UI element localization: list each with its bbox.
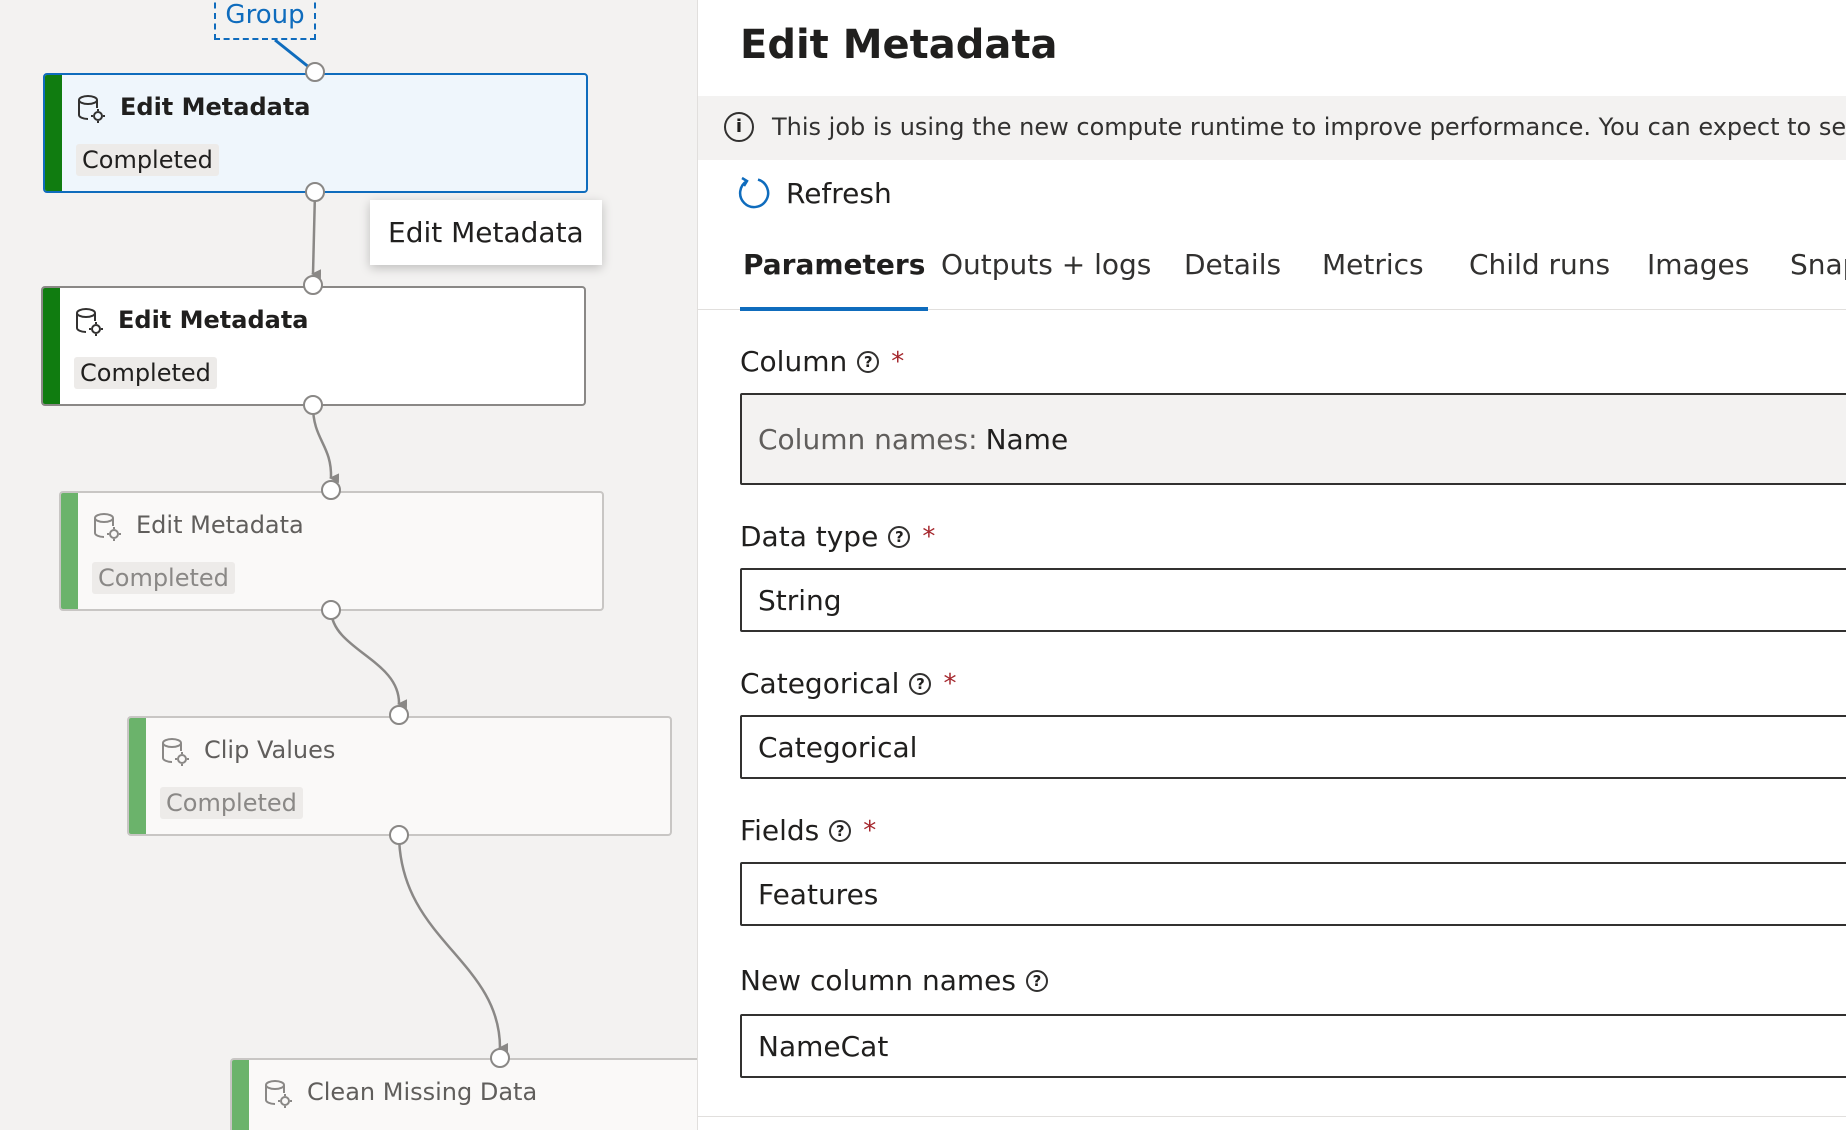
info-icon: i bbox=[724, 112, 754, 142]
required-marker: * bbox=[863, 815, 877, 846]
status-bar bbox=[129, 718, 146, 834]
fields-label: Fields bbox=[740, 814, 820, 847]
node-tooltip: Edit Metadata bbox=[370, 200, 602, 265]
help-icon[interactable]: ? bbox=[1025, 969, 1048, 992]
categorical-dropdown[interactable]: Categorical bbox=[740, 715, 1846, 779]
info-message-bar: i This job is using the new compute runt… bbox=[698, 96, 1846, 160]
edge-node3-to-node4 bbox=[329, 610, 408, 710]
info-message: This job is using the new compute runtim… bbox=[772, 113, 1846, 141]
dataset-gear-icon bbox=[94, 513, 121, 541]
status-badge: Completed bbox=[160, 787, 303, 819]
status-badge: Completed bbox=[76, 144, 219, 176]
required-marker: * bbox=[922, 521, 936, 552]
output-port[interactable] bbox=[305, 182, 325, 202]
tab-parameters[interactable]: Parameters bbox=[739, 248, 929, 311]
pipeline-node-edit-metadata-3[interactable]: Edit Metadata Completed bbox=[59, 491, 604, 611]
data-type-label: Data type bbox=[740, 520, 879, 553]
panel-title: Edit Metadata bbox=[740, 22, 1058, 68]
dataset-gear-icon bbox=[78, 95, 105, 123]
refresh-label: Refresh bbox=[786, 176, 892, 210]
help-icon[interactable]: ? bbox=[857, 350, 880, 373]
categorical-label: Categorical bbox=[740, 667, 900, 700]
details-panel: Edit Metadata i This job is using the ne… bbox=[697, 0, 1846, 1130]
pipeline-node-edit-metadata-1[interactable]: Edit Metadata Completed bbox=[43, 73, 588, 193]
status-bar bbox=[61, 493, 78, 609]
required-marker: * bbox=[891, 346, 905, 377]
tab-outputs-logs[interactable]: Outputs + logs bbox=[941, 248, 1151, 308]
new-column-names-input[interactable]: NameCat bbox=[740, 1014, 1846, 1078]
node-title: Clean Missing Data bbox=[307, 1078, 538, 1106]
node-title: Edit Metadata bbox=[136, 511, 304, 539]
tab-snapshot[interactable]: Snap bbox=[1790, 248, 1846, 308]
fields-dropdown[interactable]: Features bbox=[740, 862, 1846, 926]
column-value: Name bbox=[985, 422, 1069, 456]
tab-metrics[interactable]: Metrics bbox=[1322, 248, 1424, 308]
required-marker: * bbox=[943, 668, 957, 699]
column-prefix: Column names: bbox=[758, 422, 978, 456]
new-column-names-label: New column names bbox=[740, 964, 1016, 997]
tab-images[interactable]: Images bbox=[1647, 248, 1749, 308]
column-selector[interactable]: Column names: Name bbox=[740, 393, 1846, 485]
dataset-gear-icon bbox=[76, 308, 103, 336]
column-label: Column bbox=[740, 345, 848, 378]
refresh-button[interactable]: Refresh bbox=[736, 170, 892, 216]
dataset-gear-icon bbox=[162, 738, 189, 766]
input-port[interactable] bbox=[389, 705, 409, 725]
status-bar bbox=[43, 288, 60, 404]
help-icon[interactable]: ? bbox=[909, 672, 932, 695]
pipeline-node-clip-values[interactable]: Clip Values Completed bbox=[127, 716, 672, 836]
help-icon[interactable]: ? bbox=[829, 819, 852, 842]
status-badge: Completed bbox=[74, 357, 217, 389]
panel-divider bbox=[698, 1116, 1846, 1117]
input-port[interactable] bbox=[303, 275, 323, 295]
data-type-label-row: Data type ? * bbox=[740, 520, 935, 553]
status-bar bbox=[232, 1060, 249, 1130]
input-port[interactable] bbox=[305, 62, 325, 82]
new-column-names-value: NameCat bbox=[758, 1029, 889, 1063]
categorical-label-row: Categorical ? * bbox=[740, 667, 956, 700]
input-port[interactable] bbox=[490, 1048, 510, 1068]
pipeline-node-edit-metadata-2[interactable]: Edit Metadata Completed bbox=[41, 286, 586, 406]
tab-details[interactable]: Details bbox=[1184, 248, 1281, 308]
pipeline-node-clean-missing-data[interactable]: Clean Missing Data bbox=[230, 1058, 697, 1130]
node-title: Edit Metadata bbox=[118, 306, 309, 334]
fields-label-row: Fields ? * bbox=[740, 814, 876, 847]
edge-node2-to-node3 bbox=[311, 405, 340, 484]
data-type-dropdown[interactable]: String bbox=[740, 568, 1846, 632]
fields-value: Features bbox=[758, 877, 879, 911]
refresh-icon bbox=[738, 176, 770, 209]
dataset-gear-icon bbox=[265, 1080, 292, 1108]
node-title: Edit Metadata bbox=[120, 93, 311, 121]
group-label[interactable]: Group bbox=[214, 0, 316, 40]
node-title: Clip Values bbox=[204, 736, 336, 764]
edge-node1-to-node2 bbox=[311, 191, 322, 280]
input-port[interactable] bbox=[321, 480, 341, 500]
data-type-value: String bbox=[758, 583, 842, 617]
output-port[interactable] bbox=[389, 825, 409, 845]
edge-node4-to-node5 bbox=[397, 834, 509, 1053]
status-bar bbox=[45, 75, 62, 191]
tab-child-runs[interactable]: Child runs bbox=[1469, 248, 1610, 308]
tab-bar: Parameters Outputs + logs Details Metric… bbox=[698, 240, 1846, 311]
output-port[interactable] bbox=[321, 600, 341, 620]
categorical-value: Categorical bbox=[758, 730, 918, 764]
output-port[interactable] bbox=[303, 395, 323, 415]
column-label-row: Column ? * bbox=[740, 345, 904, 378]
status-badge: Completed bbox=[92, 562, 235, 594]
new-column-names-label-row: New column names ? bbox=[740, 964, 1048, 997]
pipeline-canvas[interactable]: Group Edit Metadata Completed Edit Metad… bbox=[0, 0, 697, 1130]
help-icon[interactable]: ? bbox=[888, 525, 911, 548]
